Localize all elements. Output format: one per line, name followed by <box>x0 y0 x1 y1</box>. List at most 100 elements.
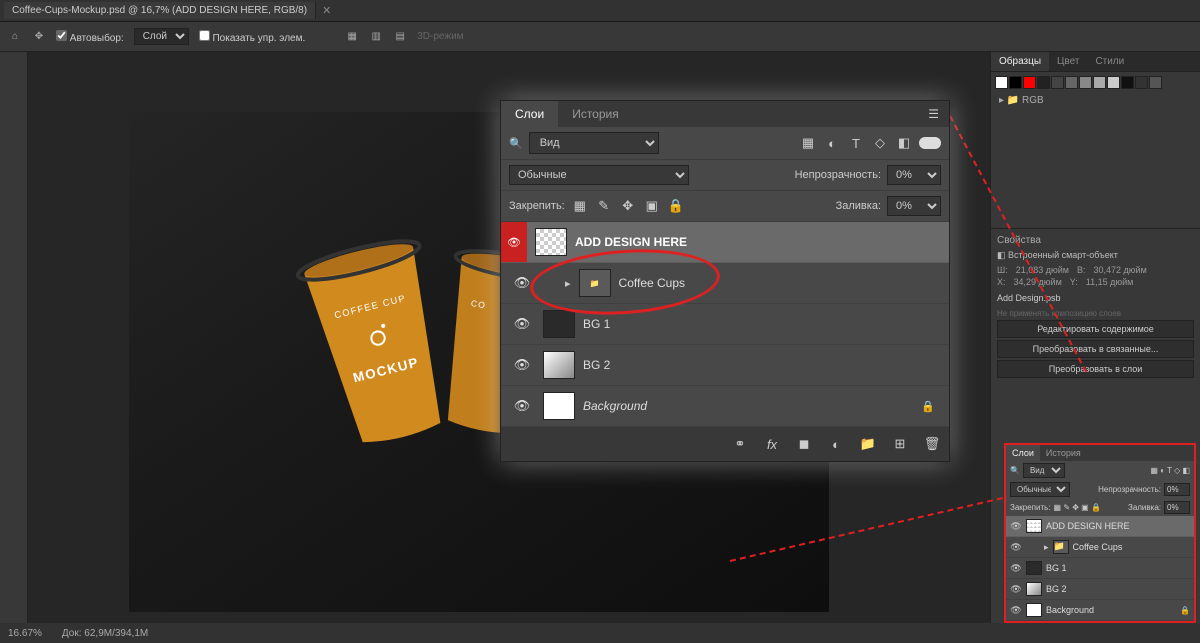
tab-history[interactable]: История <box>1040 445 1087 461</box>
layer-thumbnail[interactable] <box>1026 582 1042 596</box>
blend-mode-select[interactable]: Обычные <box>509 165 689 185</box>
move-tool-icon[interactable]: ✥ <box>32 30 46 44</box>
layer-thumbnail[interactable]: 📁 <box>1053 540 1069 554</box>
swatch[interactable] <box>1093 76 1106 89</box>
fill-input[interactable]: 0% <box>887 196 941 216</box>
new-group-icon[interactable]: 📁 <box>859 435 877 453</box>
layer-row[interactable]: 👁 BG 2 <box>501 345 949 386</box>
lock-transparency-icon[interactable]: ▦ <box>571 197 589 215</box>
layer-row[interactable]: 👁 BG 1 <box>501 304 949 345</box>
auto-select-target[interactable]: Слой <box>134 28 189 45</box>
swatch[interactable] <box>1079 76 1092 89</box>
visibility-icon[interactable]: 👁 <box>1010 584 1022 595</box>
filter-pixel-icon[interactable]: ▦ <box>799 134 817 152</box>
lock-artboard-icon[interactable]: ▣ <box>643 197 661 215</box>
layer-thumbnail[interactable] <box>1026 519 1042 533</box>
filter-shape-icon[interactable]: ◇ <box>871 134 889 152</box>
layer-thumbnail[interactable] <box>1026 561 1042 575</box>
layer-name[interactable]: Background <box>1046 605 1094 615</box>
layer-fx-icon[interactable]: fx <box>763 435 781 453</box>
layer-row[interactable]: 👁ADD DESIGN HERE <box>501 222 949 263</box>
visibility-icon[interactable]: 👁 <box>509 357 535 373</box>
home-icon[interactable]: ⌂ <box>8 30 22 44</box>
layer-mask-icon[interactable]: ◼ <box>795 435 813 453</box>
layer-name[interactable]: Coffee Cups <box>1073 542 1123 552</box>
layer-thumbnail[interactable]: 📁 <box>579 269 611 297</box>
blend-mode-select[interactable]: Обычные <box>1010 482 1070 497</box>
tab-swatches[interactable]: Образцы <box>991 52 1049 71</box>
tab-history[interactable]: История <box>558 101 633 127</box>
convert-layers-button[interactable]: Преобразовать в слои <box>997 360 1194 378</box>
layer-name[interactable]: Background <box>583 399 647 413</box>
lock-position-icon[interactable]: ✥ <box>619 197 637 215</box>
layer-row[interactable]: 👁 ADD DESIGN HERE <box>1006 516 1194 537</box>
visibility-icon[interactable]: 👁 <box>1010 605 1022 616</box>
opacity-input[interactable]: 0% <box>887 165 941 185</box>
tab-layers[interactable]: Слои <box>1006 445 1040 461</box>
filter-toggle[interactable] <box>919 137 941 149</box>
layer-name[interactable]: ADD DESIGN HERE <box>575 235 687 249</box>
layer-thumbnail[interactable] <box>535 228 567 256</box>
layer-thumbnail[interactable] <box>1026 603 1042 617</box>
swatch[interactable] <box>1009 76 1022 89</box>
convert-linked-button[interactable]: Преобразовать в связанные... <box>997 340 1194 358</box>
layer-name[interactable]: BG 1 <box>583 317 610 331</box>
filter-kind-select[interactable]: Вид <box>1023 463 1065 478</box>
layer-thumbnail[interactable] <box>543 392 575 420</box>
swatch[interactable] <box>995 76 1008 89</box>
layer-thumbnail[interactable] <box>543 310 575 338</box>
show-controls-checkbox[interactable]: Показать упр. элем. <box>199 30 306 44</box>
layer-name[interactable]: BG 1 <box>1046 563 1067 573</box>
swatch-group[interactable]: RGB <box>1022 95 1044 106</box>
layer-name[interactable]: BG 2 <box>1046 584 1067 594</box>
swatch[interactable] <box>1051 76 1064 89</box>
filter-adjust-icon[interactable]: ◐ <box>823 134 841 152</box>
fill-input[interactable] <box>1164 501 1190 514</box>
layer-name[interactable]: ADD DESIGN HERE <box>1046 521 1130 531</box>
layer-row[interactable]: 👁Background🔒 <box>501 386 949 427</box>
layer-row[interactable]: 👁 BG 2 <box>1006 579 1194 600</box>
zoom-level[interactable]: 16.67% <box>8 628 42 639</box>
layer-thumbnail[interactable] <box>543 351 575 379</box>
delete-layer-icon[interactable]: 🗑 <box>923 435 941 453</box>
layer-name[interactable]: BG 2 <box>583 358 610 372</box>
visibility-icon[interactable]: 👁 <box>509 316 535 332</box>
auto-select-checkbox[interactable]: Автовыбор: <box>56 30 124 44</box>
visibility-icon[interactable]: 👁 <box>1010 542 1022 553</box>
filter-smart-icon[interactable]: ◧ <box>895 134 913 152</box>
swatch[interactable] <box>1023 76 1036 89</box>
tab-layers[interactable]: Слои <box>501 101 558 127</box>
tab-styles[interactable]: Стили <box>1087 52 1132 71</box>
link-layers-icon[interactable]: ⚭ <box>731 435 749 453</box>
visibility-icon[interactable]: 👁 <box>1010 521 1022 532</box>
filter-kind-select[interactable]: Вид <box>529 132 659 154</box>
swatch[interactable] <box>1149 76 1162 89</box>
lock-pixels-icon[interactable]: ✎ <box>595 197 613 215</box>
filter-type-icon[interactable]: T <box>847 134 865 152</box>
close-tab-icon[interactable]: ✕ <box>316 4 337 17</box>
panel-menu-icon[interactable]: ☰ <box>918 101 949 127</box>
edit-contents-button[interactable]: Редактировать содержимое <box>997 320 1194 338</box>
layer-name[interactable]: Coffee Cups <box>619 276 686 290</box>
opacity-input[interactable] <box>1164 483 1190 496</box>
align-icon[interactable]: ▥ <box>369 30 383 44</box>
swatch[interactable] <box>1065 76 1078 89</box>
lock-all-icon[interactable]: 🔒 <box>667 197 685 215</box>
align-icon[interactable]: ▦ <box>345 30 359 44</box>
tab-color[interactable]: Цвет <box>1049 52 1087 71</box>
layer-row[interactable]: 👁 BG 1 <box>1006 558 1194 579</box>
layer-row[interactable]: 👁▸📁Coffee Cups <box>1006 537 1194 558</box>
align-icon[interactable]: ▤ <box>393 30 407 44</box>
visibility-icon[interactable]: 👁 <box>509 398 535 414</box>
visibility-icon[interactable]: 👁 <box>509 275 535 291</box>
visibility-icon[interactable]: 👁 <box>1010 563 1022 574</box>
swatch[interactable] <box>1037 76 1050 89</box>
swatch[interactable] <box>1121 76 1134 89</box>
layer-row[interactable]: 👁▸📁Coffee Cups <box>501 263 949 304</box>
document-tab[interactable]: Coffee-Cups-Mockup.psd @ 16,7% (ADD DESI… <box>4 2 316 19</box>
new-layer-icon[interactable]: ⊞ <box>891 435 909 453</box>
layer-row[interactable]: 👁Background🔒 <box>1006 600 1194 621</box>
adjustment-layer-icon[interactable]: ◐ <box>827 435 845 453</box>
swatch[interactable] <box>1107 76 1120 89</box>
swatch[interactable] <box>1135 76 1148 89</box>
